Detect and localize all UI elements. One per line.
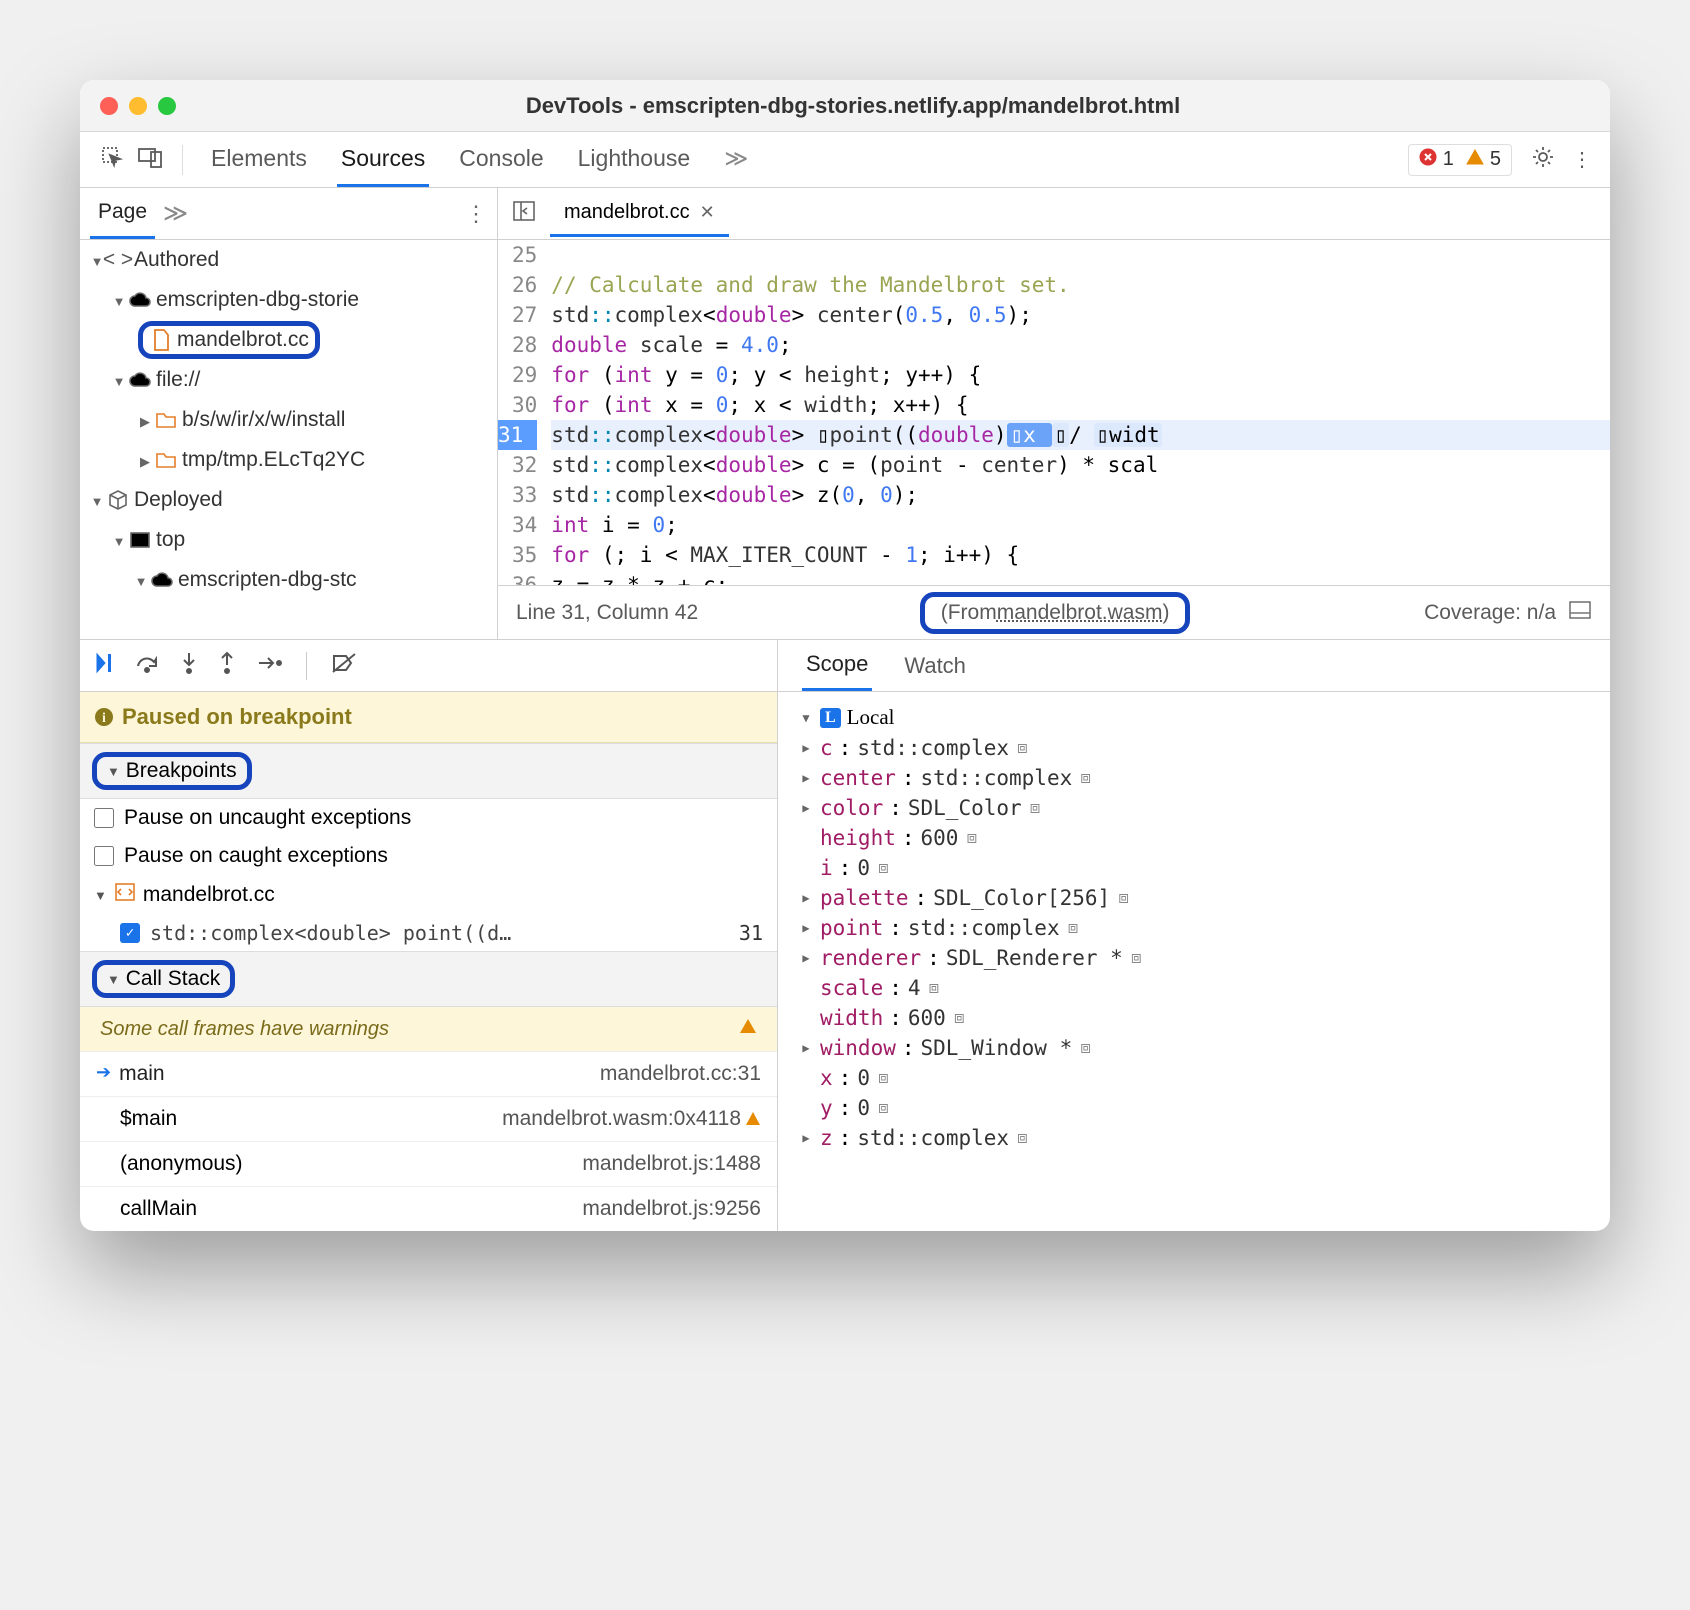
tab-elements[interactable]: Elements (207, 133, 311, 187)
source-from-link[interactable]: mandelbrot.wasm (997, 601, 1163, 625)
devtools-window: DevTools - emscripten-dbg-stories.netlif… (80, 80, 1610, 1231)
tree-top[interactable]: top (80, 520, 497, 560)
line-gutter[interactable]: 25262728293031323334353637 (498, 240, 551, 585)
device-toggle-icon[interactable] (138, 146, 164, 174)
tab-scope[interactable]: Scope (802, 640, 872, 691)
local-badge-icon: L (820, 708, 841, 728)
settings-icon[interactable] (1522, 138, 1564, 182)
scope-variable[interactable]: color: SDL_Color⧈ (798, 793, 1590, 823)
panel-tabs: Elements Sources Console Lighthouse ≫ (207, 133, 752, 187)
editor-file-tab[interactable]: mandelbrot.cc ✕ (550, 191, 729, 237)
nav-more-icon[interactable]: ≫ (163, 199, 188, 228)
scope-variable[interactable]: c: std::complex⧈ (798, 733, 1590, 763)
step-icon[interactable] (256, 653, 282, 679)
callstack-header[interactable]: ▼ Call Stack (80, 951, 777, 1007)
tree-folder-2[interactable]: tmp/tmp.ELcTq2YC (80, 440, 497, 480)
error-icon (1419, 148, 1437, 172)
scope-variable[interactable]: scale: 4⧈ (798, 973, 1590, 1003)
close-tab-icon[interactable]: ✕ (700, 202, 715, 223)
tree-host-1[interactable]: emscripten-dbg-storie (80, 280, 497, 320)
breakpoint-checkbox-icon[interactable] (120, 923, 140, 943)
scope-variable[interactable]: point: std::complex⧈ (798, 913, 1590, 943)
page-tab[interactable]: Page (90, 188, 155, 239)
titlebar: DevTools - emscripten-dbg-stories.netlif… (80, 80, 1610, 132)
source-from: (From mandelbrot.wasm) (920, 592, 1191, 634)
scope-variable[interactable]: width: 600⧈ (798, 1003, 1590, 1033)
close-window-icon[interactable] (100, 97, 118, 115)
issue-counts[interactable]: 1 5 (1408, 144, 1512, 176)
breakpoint-entry[interactable]: std::complex<double> point((d… 31 (80, 915, 777, 951)
resume-icon[interactable] (94, 652, 114, 680)
cursor-position: Line 31, Column 42 (516, 601, 698, 625)
step-out-icon[interactable] (218, 651, 236, 681)
tab-sources[interactable]: Sources (337, 133, 429, 187)
tab-watch[interactable]: Watch (900, 642, 970, 690)
traffic-lights[interactable] (100, 97, 176, 115)
breakpoint-line-number: 31 (729, 921, 763, 945)
scope-variable[interactable]: y: 0⧈ (798, 1093, 1590, 1123)
file-tab-name: mandelbrot.cc (564, 201, 690, 224)
inspect-icon[interactable] (100, 145, 124, 175)
pause-caught-checkbox[interactable]: Pause on caught exceptions (80, 837, 777, 875)
file-tree: < > Authored emscripten-dbg-storie mande… (80, 240, 498, 639)
coverage-label: Coverage: n/a (1424, 601, 1556, 625)
tree-host-file[interactable]: file:// (80, 360, 497, 400)
warning-count: 5 (1490, 148, 1501, 171)
callstack-frame[interactable]: mainmandelbrot.cc:31 (80, 1051, 777, 1096)
debugger-toolbar (80, 640, 778, 692)
step-into-icon[interactable] (180, 651, 198, 681)
tree-file-mandelbrot[interactable]: mandelbrot.cc (80, 320, 497, 360)
deactivate-breakpoints-icon[interactable] (331, 652, 357, 680)
breakpoints-header[interactable]: ▼ Breakpoints (80, 743, 777, 799)
scope-variable[interactable]: window: SDL_Window *⧈ (798, 1033, 1590, 1063)
tree-folder-1[interactable]: b/s/w/ir/x/w/install (80, 400, 497, 440)
callstack-frame[interactable]: (anonymous)mandelbrot.js:1488 (80, 1141, 777, 1186)
scope-variable[interactable]: height: 600⧈ (798, 823, 1590, 853)
scope-panel: Scope Watch L Local c: std::complex⧈cent… (778, 692, 1610, 1231)
warning-icon (739, 1017, 757, 1041)
toggle-sidebar-icon[interactable] (498, 200, 550, 228)
code-editor[interactable]: 25262728293031323334353637 // Calculate … (498, 240, 1610, 639)
scope-local[interactable]: L Local (798, 702, 1590, 733)
minimize-window-icon[interactable] (129, 97, 147, 115)
code-lines[interactable]: // Calculate and draw the Mandelbrot set… (551, 240, 1610, 585)
breakpoint-file[interactable]: ▼ mandelbrot.cc (80, 875, 777, 915)
window-title: DevTools - emscripten-dbg-stories.netlif… (176, 93, 1530, 119)
scope-variable[interactable]: x: 0⧈ (798, 1063, 1590, 1093)
warning-icon (1466, 148, 1484, 172)
scope-variable[interactable]: renderer: SDL_Renderer *⧈ (798, 943, 1590, 973)
step-over-icon[interactable] (134, 652, 160, 680)
editor-statusbar: Line 31, Column 42 (From mandelbrot.wasm… (498, 585, 1610, 639)
more-menu-icon[interactable]: ⋮ (1564, 141, 1600, 178)
more-tabs-icon[interactable]: ≫ (720, 133, 752, 187)
nav-menu-icon[interactable]: ⋮ (465, 201, 487, 227)
tree-deployed[interactable]: Deployed (80, 480, 497, 520)
paused-banner: i Paused on breakpoint (80, 692, 777, 743)
error-count: 1 (1443, 148, 1454, 171)
svg-text:i: i (102, 711, 106, 726)
scope-variable[interactable]: z: std::complex⧈ (798, 1123, 1590, 1153)
tab-console[interactable]: Console (455, 133, 547, 187)
scope-variable[interactable]: center: std::complex⧈ (798, 763, 1590, 793)
pause-uncaught-checkbox[interactable]: Pause on uncaught exceptions (80, 799, 777, 837)
scope-variable[interactable]: palette: SDL_Color[256]⧈ (798, 883, 1590, 913)
zoom-window-icon[interactable] (158, 97, 176, 115)
toggle-drawer-icon[interactable] (1568, 600, 1592, 626)
callstack-frame[interactable]: callMainmandelbrot.js:9256 (80, 1186, 777, 1231)
callstack-frame[interactable]: $mainmandelbrot.wasm:0x4118 (80, 1096, 777, 1141)
scope-variable[interactable]: i: 0⧈ (798, 853, 1590, 883)
callstack-warning: Some call frames have warnings (80, 1007, 777, 1051)
tree-host-3[interactable]: emscripten-dbg-stc (80, 560, 497, 600)
tree-authored[interactable]: < > Authored (80, 240, 497, 280)
sources-subbar: Page ≫ ⋮ mandelbrot.cc ✕ (80, 188, 1610, 240)
tab-lighthouse[interactable]: Lighthouse (574, 133, 695, 187)
source-file-icon (115, 883, 135, 907)
debugger-left-panel: i Paused on breakpoint ▼ Breakpoints Pau… (80, 692, 778, 1231)
main-toolbar: Elements Sources Console Lighthouse ≫ 1 … (80, 132, 1610, 188)
